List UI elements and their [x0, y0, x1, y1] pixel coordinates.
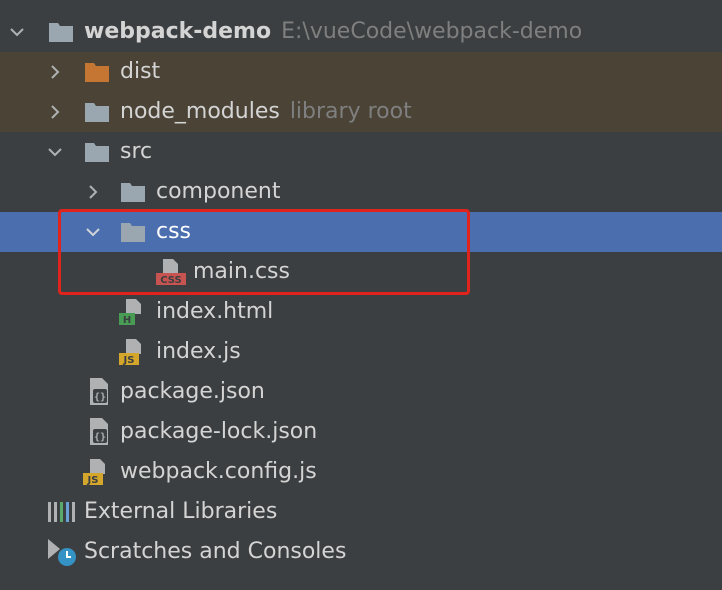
tree-row-component[interactable]: component [0, 172, 722, 212]
tree-row-label: index.js [156, 339, 241, 364]
tree-row-node-modules[interactable]: node_modules library root [0, 92, 722, 132]
json-file-icon: {} [90, 378, 108, 405]
chevron-down-icon[interactable] [44, 132, 66, 172]
library-icon [48, 502, 75, 522]
library-root-hint: library root [289, 99, 412, 124]
tree-row-dist[interactable]: dist [0, 52, 722, 92]
tree-row-label: package-lock.json [120, 419, 318, 444]
tree-row-label: component [156, 179, 281, 204]
js-badge-text: JS [123, 355, 135, 366]
tree-row-external-libraries[interactable]: External Libraries [0, 492, 722, 532]
chevron-right-icon[interactable] [44, 92, 66, 132]
tree-row-label: src [120, 139, 153, 164]
tree-row-package-json[interactable]: {} package.json [0, 372, 722, 412]
chevron-down-icon[interactable] [6, 12, 28, 52]
html-badge-text: H [123, 315, 131, 326]
json-badge-text: {} [94, 392, 106, 403]
tree-row-project-root[interactable]: webpack-demo E:\vueCode\webpack-demo [0, 12, 722, 52]
folder-icon [85, 103, 109, 122]
js-file-icon: JS [119, 339, 141, 366]
tree-row-webpack-config-js[interactable]: JS webpack.config.js [0, 452, 722, 492]
tree-row-label: webpack.config.js [120, 459, 317, 484]
tree-row-label: dist [120, 59, 161, 84]
tree-row-scratches[interactable]: Scratches and Consoles [0, 532, 722, 572]
tree-row-package-lock-json[interactable]: {} package-lock.json [0, 412, 722, 452]
tree-row-label: node_modules [120, 99, 280, 124]
folder-icon [121, 183, 145, 202]
tree-row-label: External Libraries [84, 499, 278, 524]
tree-row-index-html[interactable]: H index.html [0, 292, 722, 332]
folder-icon [85, 63, 109, 82]
js-file-icon: JS [83, 459, 105, 486]
tree-row-src[interactable]: src [0, 132, 722, 172]
project-path: E:\vueCode\webpack-demo [281, 19, 583, 44]
json-badge-text: {} [94, 432, 106, 443]
scratches-icon [48, 539, 76, 566]
js-badge-text: JS [87, 475, 99, 486]
chevron-right-icon[interactable] [82, 172, 104, 212]
tree-row-label: package.json [120, 379, 265, 404]
html-file-icon: H [119, 299, 141, 326]
chevron-right-icon[interactable] [44, 52, 66, 92]
tree-row-label: index.html [156, 299, 274, 324]
folder-icon [49, 23, 73, 42]
tree-row-label: Scratches and Consoles [84, 539, 347, 564]
tree-row-index-js[interactable]: JS index.js [0, 332, 722, 372]
json-file-icon: {} [90, 418, 108, 445]
project-name: webpack-demo [84, 19, 272, 44]
highlight-annotation-box [58, 209, 470, 295]
folder-icon [85, 143, 109, 162]
